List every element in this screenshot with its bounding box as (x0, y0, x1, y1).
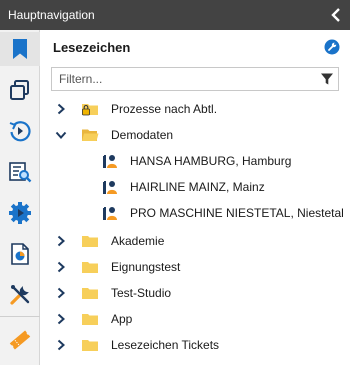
rail-item-processes[interactable] (0, 196, 40, 230)
folder-icon (82, 340, 98, 351)
filter-box (51, 67, 339, 91)
tree-item-demodaten[interactable]: Demodaten (41, 122, 350, 148)
history-icon (9, 121, 31, 142)
chevron-right-icon[interactable] (55, 103, 67, 115)
tree-item-label: Akademie (111, 234, 165, 248)
rail-item-reports[interactable] (0, 237, 40, 271)
tree-item-label: HAIRLINE MAINZ, Mainz (130, 180, 265, 194)
wrench-circle-icon (324, 39, 340, 55)
rail-item-search[interactable] (0, 155, 40, 189)
contact-icon (103, 155, 117, 168)
bookmark-icon (13, 39, 27, 59)
tree-item-label: Demodaten (111, 128, 174, 142)
rail-divider (0, 316, 40, 317)
tree-item-test-studio[interactable]: Test-Studio (41, 280, 350, 306)
chevron-right-icon[interactable] (55, 313, 67, 325)
rail-item-bookmarks[interactable] (0, 32, 40, 66)
tree-item-akademie[interactable]: Akademie (41, 228, 350, 254)
folder-icon (82, 236, 98, 247)
chevron-left-icon (331, 8, 340, 22)
window-title: Hauptnavigation (8, 8, 95, 22)
ticket-icon (9, 330, 31, 350)
tree-item-label: PRO MASCHINE NIESTETAL, Niestetal (130, 206, 344, 220)
tree-item-label: Eignungstest (111, 260, 181, 274)
tree-item-label: Test-Studio (111, 286, 172, 300)
rail-item-tickets[interactable] (0, 323, 40, 357)
rail-item-history[interactable] (0, 114, 40, 148)
panel-title: Lesezeichen (53, 40, 131, 55)
folder-icon (82, 314, 98, 325)
folder-icon (82, 288, 98, 299)
chevron-down-icon[interactable] (55, 129, 67, 141)
windows-icon (10, 80, 29, 100)
contact-icon (103, 207, 117, 220)
tree-item-hairline-mainz[interactable]: HAIRLINE MAINZ, Mainz (41, 174, 350, 200)
tree-item-eignungstest[interactable]: Eignungstest (41, 254, 350, 280)
chevron-right-icon[interactable] (55, 235, 67, 247)
tools-icon (10, 285, 30, 305)
filter-input[interactable] (52, 68, 310, 90)
tree-item-label: App (111, 312, 133, 326)
report-icon (11, 243, 29, 265)
process-gear-icon (9, 202, 31, 224)
navigation-rail (0, 30, 40, 365)
chevron-right-icon[interactable] (55, 261, 67, 273)
locked-folder-icon (82, 104, 98, 116)
tree-item-app[interactable]: App (41, 306, 350, 332)
bookmarks-panel: Lesezeichen Prozesse nach Abtl. (41, 30, 350, 365)
search-list-icon (9, 162, 32, 183)
collapse-panel-button[interactable] (328, 5, 344, 25)
bookmark-settings-button[interactable] (324, 39, 340, 55)
tree-item-label: Lesezeichen Tickets (111, 338, 220, 352)
chevron-right-icon[interactable] (55, 339, 67, 351)
tree-item-pro-maschine-niestetal[interactable]: PRO MASCHINE NIESTETAL, Niestetal (41, 200, 350, 226)
tree-item-label: HANSA HAMBURG, Hamburg (130, 154, 292, 168)
contact-icon (103, 181, 117, 194)
tree-item-prozesse[interactable]: Prozesse nach Abtl. (41, 96, 350, 122)
folder-icon (82, 262, 98, 273)
chevron-right-icon[interactable] (55, 287, 67, 299)
tree-item-hansa-hamburg[interactable]: HANSA HAMBURG, Hamburg (41, 148, 350, 174)
folder-open-icon (82, 129, 99, 141)
filter-button[interactable] (320, 72, 334, 86)
tree-item-label: Prozesse nach Abtl. (111, 102, 218, 116)
rail-item-tools[interactable] (0, 278, 40, 312)
tree-item-lesezeichen-tickets[interactable]: Lesezeichen Tickets (41, 332, 350, 358)
title-bar: Hauptnavigation (0, 0, 350, 30)
funnel-icon (321, 73, 333, 85)
rail-item-windows[interactable] (0, 73, 40, 107)
